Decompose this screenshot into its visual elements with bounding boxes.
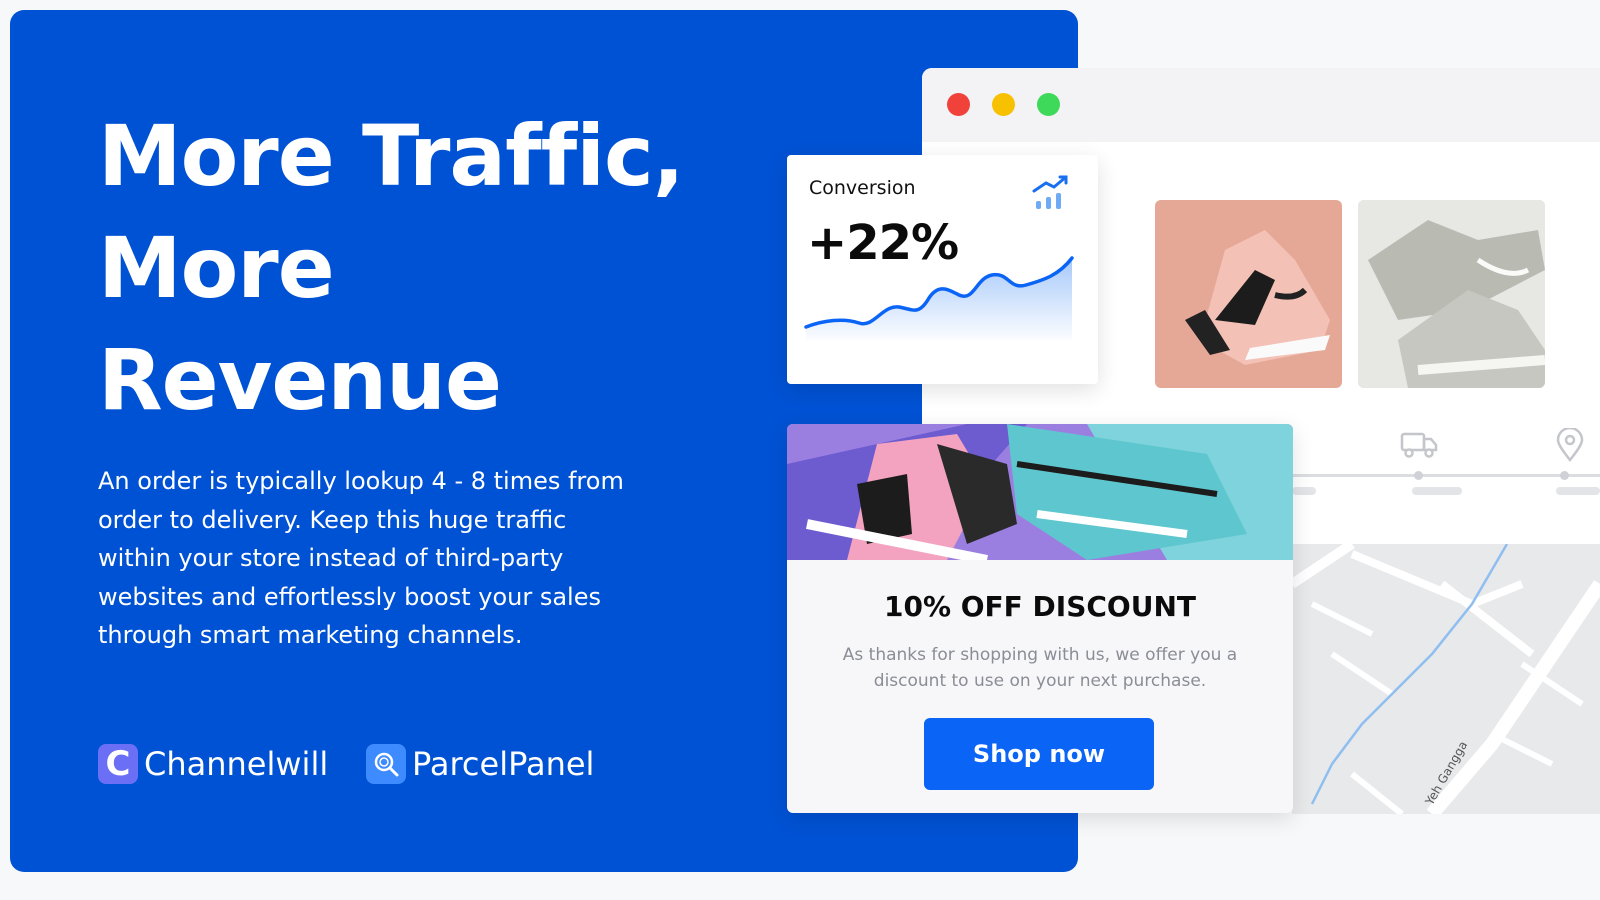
minimize-window-button[interactable] (992, 93, 1015, 116)
hero-headline: More Traffic, More Revenue (98, 100, 718, 436)
grey-sneaker-image (1358, 200, 1545, 388)
discount-popup: 10% OFF DISCOUNT As thanks for shopping … (787, 424, 1293, 813)
browser-titlebar (922, 68, 1600, 142)
truck-icon (1400, 430, 1440, 465)
maximize-window-button[interactable] (1037, 93, 1060, 116)
tracking-step-dot (1414, 471, 1423, 480)
channelwill-brand: C Channelwill (98, 744, 328, 784)
chart-trend-up-icon (1032, 173, 1072, 218)
tracking-step-label-placeholder (1556, 487, 1600, 495)
channelwill-name: Channelwill (144, 745, 329, 783)
tracking-map[interactable]: Yeh Gangga (1292, 544, 1600, 814)
product-thumbnail-grey-sneaker[interactable] (1358, 200, 1545, 388)
tracking-step-label-placeholder (1292, 487, 1316, 495)
conversion-label: Conversion (809, 177, 916, 199)
channelwill-logo: C (98, 744, 138, 784)
hero-description: An order is typically lookup 4 - 8 times… (98, 467, 624, 649)
sneakers-banner-image (787, 424, 1293, 565)
headline-line-3: Revenue (98, 331, 502, 429)
shop-now-button[interactable]: Shop now (924, 718, 1154, 790)
tracking-step-label-placeholder (1412, 487, 1462, 495)
headline-line-2: More (98, 219, 335, 317)
discount-banner-image (787, 424, 1293, 565)
tracking-step-dot (1560, 471, 1569, 480)
conversion-sparkline (804, 250, 1076, 345)
conversion-card: Conversion +22% (787, 155, 1098, 384)
parcelpanel-logo (366, 744, 406, 784)
magnifier-icon (374, 752, 399, 777)
tracking-progress-line (1292, 474, 1600, 477)
pink-sneaker-image (1185, 230, 1330, 365)
headline-line-1: More Traffic, (98, 107, 685, 205)
product-thumbnail-pink-sneaker[interactable] (1155, 200, 1342, 388)
map-roads: Yeh Gangga (1292, 544, 1600, 814)
parcelpanel-name: ParcelPanel (412, 745, 595, 783)
parcelpanel-brand: ParcelPanel (366, 744, 594, 784)
discount-title: 10% OFF DISCOUNT (883, 590, 1197, 623)
location-pin-icon (1550, 426, 1590, 467)
discount-description: As thanks for shopping with us, we offer… (842, 645, 1238, 691)
close-window-button[interactable] (947, 93, 970, 116)
